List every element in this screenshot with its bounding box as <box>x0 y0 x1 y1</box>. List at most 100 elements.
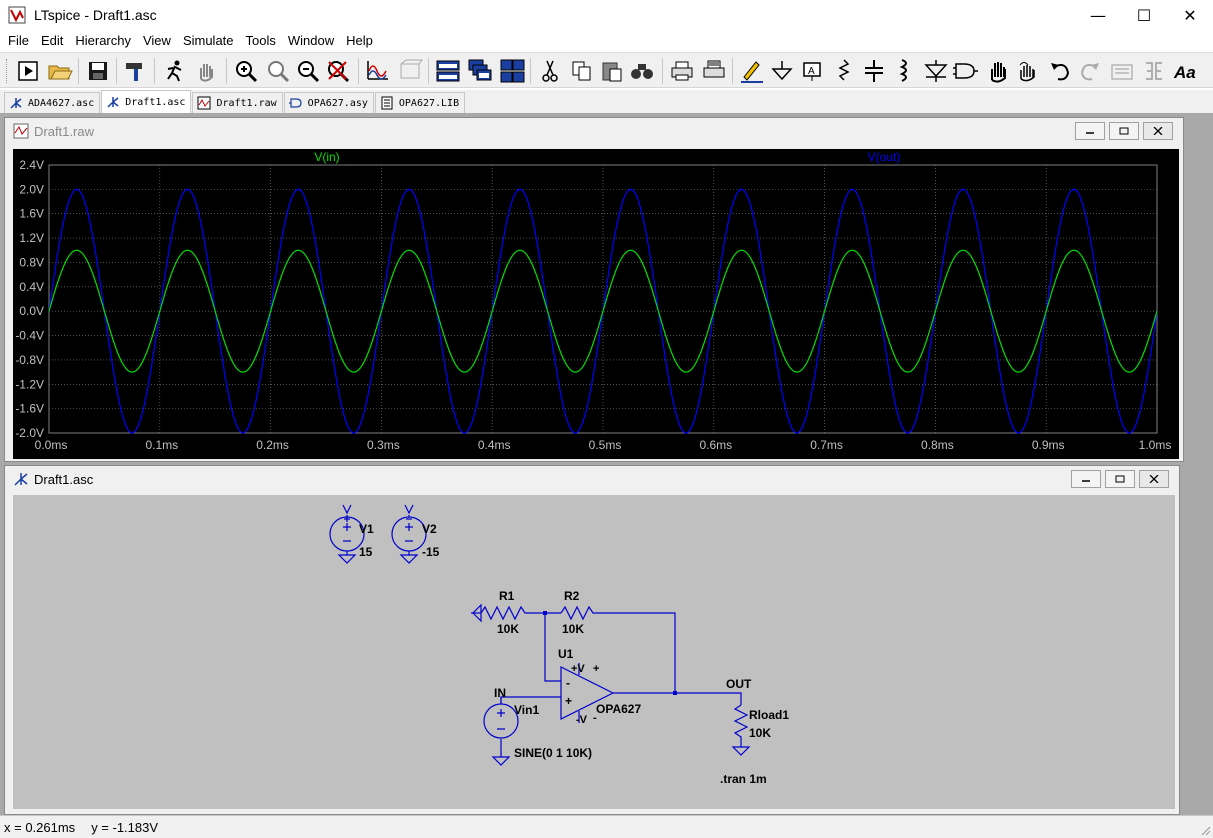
tile-horizontal-icon[interactable] <box>434 57 462 85</box>
tab-draft1-asc[interactable]: Draft1.asc <box>101 90 192 113</box>
zoom-fit-icon[interactable] <box>264 57 292 85</box>
open-folder-icon[interactable] <box>46 57 74 85</box>
close-button[interactable]: ✕ <box>1167 0 1213 30</box>
r2-name: R2 <box>564 589 580 603</box>
find-icon[interactable] <box>628 57 656 85</box>
diode-icon[interactable] <box>922 57 950 85</box>
net-label-in[interactable]: IN <box>494 686 506 700</box>
print-preview-icon[interactable] <box>700 57 728 85</box>
vin1-value: SINE(0 1 10K) <box>514 746 592 760</box>
legend-vin[interactable]: V(in) <box>314 150 339 164</box>
paste-icon[interactable] <box>598 57 626 85</box>
hammer-icon[interactable] <box>122 57 150 85</box>
x-tick-label: 0.7ms <box>810 438 843 452</box>
print-icon[interactable] <box>668 57 696 85</box>
x-tick-label: 0.8ms <box>921 438 954 452</box>
resistor-icon[interactable] <box>830 57 858 85</box>
cursor-y-readout: y = -1.183V <box>91 819 159 835</box>
tab-opa627-lib[interactable]: OPA627.LIB <box>374 92 466 113</box>
schematic-window-titlebar[interactable]: Draft1.asc <box>5 466 1179 492</box>
waveform-plot[interactable]: 2.4V 2.0V 1.6V 1.2V 0.8V 0.4V 0.0V -0.4V -0.8V -1… <box>13 149 1179 459</box>
waveform-restore-button[interactable] <box>1109 122 1139 140</box>
x-tick-label: 0.2ms <box>256 438 289 452</box>
schematic-background <box>13 495 1175 809</box>
menu-tools[interactable]: Tools <box>240 30 282 52</box>
window-title: LTspice - Draft1.asc <box>34 7 157 23</box>
wire-pencil-icon[interactable] <box>738 57 766 85</box>
copy-icon[interactable] <box>568 57 596 85</box>
schematic-minimize-button[interactable] <box>1071 470 1101 488</box>
u1-vplus-sign: + <box>593 663 599 675</box>
cursor-x-readout: x = 0.261ms <box>4 819 76 835</box>
ground-icon[interactable] <box>768 57 796 85</box>
run-icon[interactable] <box>14 57 42 85</box>
x-tick-label: 0.6ms <box>699 438 732 452</box>
label-icon[interactable]: A <box>798 57 826 85</box>
component-icon[interactable] <box>952 57 980 85</box>
inductor-icon[interactable] <box>890 57 918 85</box>
tile-windows-icon[interactable] <box>498 57 526 85</box>
y-tick-label: 1.6V <box>19 207 44 221</box>
spice-directive[interactable]: .tran 1m <box>720 772 767 786</box>
cut-icon[interactable] <box>536 57 564 85</box>
mirror-icon[interactable] <box>1140 57 1168 85</box>
text-icon[interactable]: Aa <box>1172 57 1200 85</box>
status-bar: x = 0.261ms y = -1.183V <box>0 815 1213 838</box>
menu-edit[interactable]: Edit <box>35 30 69 52</box>
menu-bar: File Edit Hierarchy View Simulate Tools … <box>0 30 1213 52</box>
r1-name: R1 <box>499 589 515 603</box>
schematic-canvas[interactable]: V1 15 V2 -15 R1 10K R2 10K U1 +V + - + -… <box>13 495 1175 809</box>
symbol-icon <box>288 98 302 108</box>
u1-model: OPA627 <box>596 702 641 716</box>
tab-label: OPA627.asy <box>307 97 368 109</box>
save-icon[interactable] <box>84 57 112 85</box>
waveform-close-button[interactable] <box>1143 122 1173 140</box>
schematic-close-button[interactable] <box>1139 470 1169 488</box>
waveform-window[interactable]: Draft1.raw 2.4V 2.0V 1.6V 1.2V 0.8V 0.4V 0.0V -… <box>4 117 1184 462</box>
pan-hand-icon[interactable] <box>192 57 220 85</box>
tab-label: OPA627.LIB <box>398 97 460 109</box>
zoom-in-icon[interactable] <box>232 57 260 85</box>
cascade-icon[interactable] <box>466 57 494 85</box>
waveform-window-titlebar[interactable]: Draft1.raw <box>5 118 1183 144</box>
drag-hand-icon[interactable] <box>1014 57 1042 85</box>
zoom-out-icon[interactable] <box>294 57 322 85</box>
legend-vout[interactable]: V(out) <box>868 150 901 164</box>
capacitor-icon[interactable] <box>860 57 888 85</box>
menu-simulate[interactable]: Simulate <box>177 30 240 52</box>
redo-icon[interactable] <box>1076 57 1104 85</box>
maximize-button[interactable]: ☐ <box>1121 0 1167 30</box>
schematic-restore-button[interactable] <box>1105 470 1135 488</box>
toolbar-grip[interactable] <box>6 59 9 83</box>
schematic-window[interactable]: Draft1.asc V1 15 V2 -15 R1 10K R2 10K U1… <box>4 465 1180 815</box>
undo-icon[interactable] <box>1046 57 1074 85</box>
r1-value: 10K <box>497 622 519 636</box>
v1-name: V1 <box>359 522 374 536</box>
plot-background <box>13 149 1179 459</box>
rload1-name: Rload1 <box>749 708 789 722</box>
running-man-icon[interactable] <box>160 57 188 85</box>
menu-help[interactable]: Help <box>340 30 379 52</box>
rotate-icon[interactable] <box>1108 57 1136 85</box>
zoom-cancel-icon[interactable] <box>324 57 352 85</box>
resize-grip-icon[interactable] <box>1199 824 1211 836</box>
tab-opa627-asy[interactable]: OPA627.asy <box>283 92 374 113</box>
voltage-source-vin1[interactable] <box>483 703 519 739</box>
minimize-button[interactable]: — <box>1075 0 1121 30</box>
menu-view[interactable]: View <box>137 30 177 52</box>
menu-window[interactable]: Window <box>282 30 340 52</box>
close-icon <box>1149 475 1159 483</box>
waveform-icon[interactable] <box>364 57 392 85</box>
u1-inv-input: - <box>566 676 570 690</box>
autorange-icon[interactable] <box>396 57 424 85</box>
u1-vplus: +V <box>571 663 585 675</box>
tab-draft1-raw[interactable]: Draft1.raw <box>192 92 283 113</box>
move-hand-icon[interactable] <box>984 57 1012 85</box>
net-label-out[interactable]: OUT <box>726 677 752 691</box>
waveform-minimize-button[interactable] <box>1075 122 1105 140</box>
tab-ada4627-asc[interactable]: ADA4627.asc <box>4 92 101 113</box>
menu-hierarchy[interactable]: Hierarchy <box>69 30 137 52</box>
menu-file[interactable]: File <box>2 30 35 52</box>
schematic-icon <box>10 98 22 109</box>
y-tick-label: -0.4V <box>15 329 44 343</box>
